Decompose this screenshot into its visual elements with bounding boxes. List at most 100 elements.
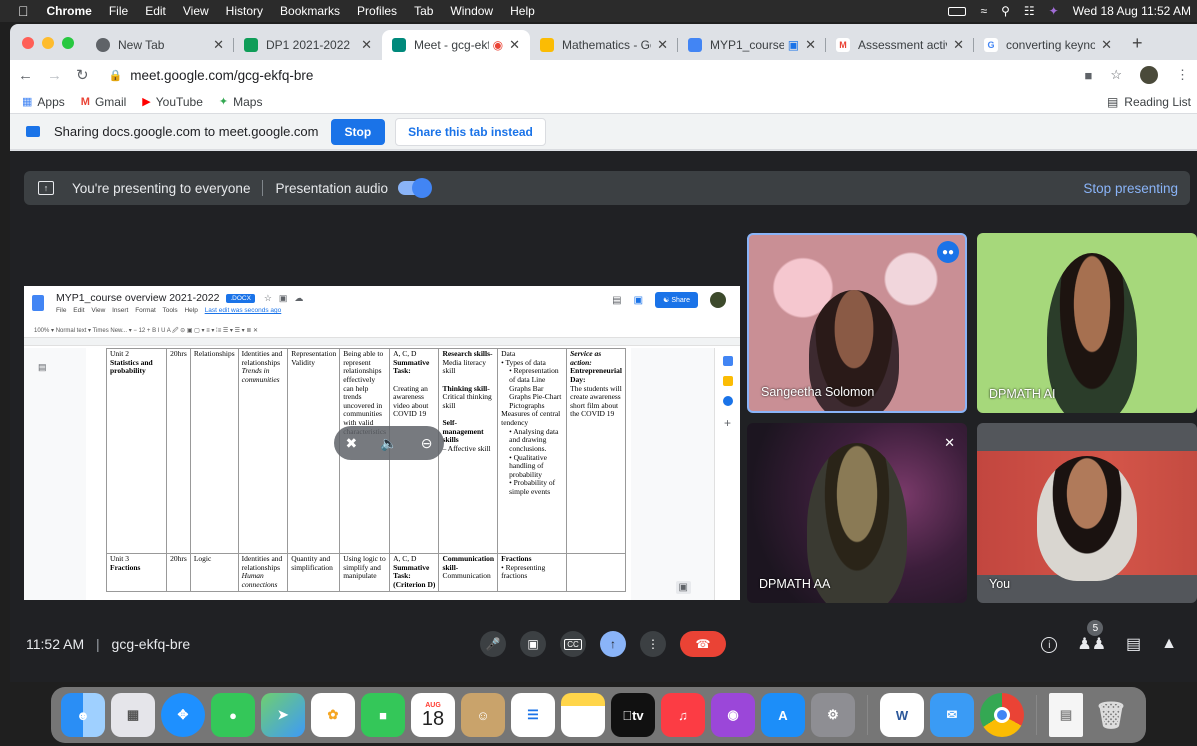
browser-menu-icon[interactable]: ⋮ [1176,67,1189,83]
table-cell[interactable]: Data • Types of data • Representation of… [497,348,568,554]
doc-menu-tools[interactable]: Tools [162,307,177,314]
close-tab-icon[interactable]: ✕ [1101,37,1112,53]
music-icon[interactable]: ♫ [661,693,705,737]
wifi-icon[interactable]: ≈ [980,4,987,18]
system-preferences-icon[interactable]: ⚙ [811,693,855,737]
microphone-button[interactable]: 🎤 [480,631,506,657]
menu-tab[interactable]: Tab [414,4,433,18]
facetime-icon[interactable]: ■ [361,693,405,737]
participant-tile-dpmath-ai[interactable]: DPMATH AI [977,233,1197,413]
tab-mathematics[interactable]: Mathematics - Goo ✕ [530,30,678,60]
doc-ruler[interactable] [24,338,740,346]
table-cell[interactable]: Logic [189,553,239,592]
trash-icon[interactable]: 🗑 [1089,693,1133,737]
menu-history[interactable]: History [226,4,263,18]
back-arrow-icon[interactable]: ← [18,67,33,84]
close-tab-icon[interactable]: ✕ [657,37,668,53]
doc-toolbar-controls[interactable]: 100% ▾ Normal text ▾ Times New... ▾ − 12… [34,326,258,336]
siri-icon[interactable]: ✦ [1049,4,1059,18]
new-tab-button[interactable]: + [1122,33,1153,60]
notes-icon[interactable] [561,693,605,737]
tab-assessment[interactable]: M Assessment activit ✕ [826,30,974,60]
mail-icon[interactable]: ✉ [930,693,974,737]
menu-view[interactable]: View [183,4,209,18]
doc-user-avatar[interactable] [710,292,726,308]
doc-menu-format[interactable]: Format [135,307,156,314]
bookmark-youtube[interactable]: ▶ YouTube [142,95,203,109]
menu-bookmarks[interactable]: Bookmarks [280,4,340,18]
chrome-icon[interactable] [980,693,1024,737]
doc-menu-file[interactable]: File [56,307,66,314]
present-meeting-icon[interactable]: ▣ [634,295,643,306]
last-edit-link[interactable]: Last edit was seconds ago [205,307,282,314]
control-center-icon[interactable]: ☷ [1024,4,1035,18]
table-cell[interactable]: A, C, D Summative Task: (Criterion D) [389,553,440,592]
close-tab-icon[interactable]: ✕ [213,37,224,53]
contacts-icon[interactable]: ☺ [461,693,505,737]
profile-avatar[interactable] [1140,66,1158,84]
stop-presenting-button[interactable]: Stop presenting [1083,181,1178,196]
doc-menu-view[interactable]: View [91,307,105,314]
doc-menu-insert[interactable]: Insert [112,307,128,314]
bookmark-star-icon[interactable]: ☆ [1110,67,1122,83]
tab-dp1[interactable]: DP1 2021-2022 ✕ [234,30,382,60]
apple-tv-icon[interactable]: tv [611,693,655,737]
calendar-addon-icon[interactable] [722,356,733,366]
menu-window[interactable]: Window [450,4,493,18]
outline-icon[interactable]: ▤ [38,362,47,373]
tab-new-tab[interactable]: New Tab ✕ [86,30,234,60]
calendar-icon[interactable]: AUG 18 [411,693,455,737]
bookmark-maps[interactable]: ✦ Maps [219,95,263,109]
photos-icon[interactable]: ✿ [311,693,355,737]
finder-icon[interactable]: ☻ [61,693,105,737]
meeting-details-button[interactable]: i [1041,635,1058,654]
menu-profiles[interactable]: Profiles [357,4,397,18]
forward-arrow-icon[interactable]: → [47,67,62,84]
people-button[interactable]: 5 ♟♟ [1077,620,1106,654]
launchpad-icon[interactable]: ▦ [111,693,155,737]
participant-tile-you[interactable]: You [977,423,1197,603]
safari-icon[interactable]: ✥ [161,693,205,737]
table-cell[interactable]: Identities and relationships Trends in co… [237,348,289,554]
share-this-tab-button[interactable]: Share this tab instead [395,117,546,146]
camera-in-use-icon[interactable]: ■ [1084,68,1092,83]
doc-title[interactable]: MYP1_course overview 2021-2022 [56,292,219,304]
move-folder-icon[interactable]: ▣ [279,293,288,303]
close-window-button[interactable] [22,37,34,49]
table-cell[interactable]: Identities and relationships Human connec… [237,553,289,592]
leave-call-button[interactable]: ☎ [680,631,726,657]
tab-myp1-course[interactable]: MYP1_course c ▣ ✕ [678,30,826,60]
activities-button[interactable]: ▲ [1161,635,1177,653]
menu-file[interactable]: File [109,4,128,18]
doc-formatting-toolbar[interactable]: 100% ▾ Normal text ▾ Times New... ▾ − 12… [24,324,740,338]
reload-icon[interactable]: ↻ [76,66,89,84]
zoom-window-button[interactable] [62,37,74,49]
table-cell[interactable]: Representation Validity [287,348,341,554]
messages-icon[interactable]: ● [211,693,255,737]
chat-button[interactable]: ▤ [1126,634,1141,654]
maps-app-icon[interactable]: ➤ [261,693,305,737]
reminders-icon[interactable]: ☰ [511,693,555,737]
close-tab-icon[interactable]: ✕ [509,37,520,53]
participant-tile-dpmath-aa[interactable]: ✕ DPMATH AA [747,423,967,603]
menu-clock[interactable]: Wed 18 Aug 11:52 AM [1073,4,1191,18]
apple-menu-icon[interactable]:  [18,3,29,19]
podcasts-icon[interactable]: ◉ [711,693,755,737]
table-cell[interactable] [566,553,626,592]
table-cell[interactable]: Research skills- Media literacy skill Thin… [438,348,499,554]
table-cell[interactable]: Communication skill- Communication [438,553,499,592]
tasks-addon-icon[interactable] [722,396,733,406]
presentation-audio-toggle[interactable] [398,178,433,198]
doc-page[interactable]: Unit 2 Statistics and probability 20hrs R… [86,348,691,600]
reading-list-button[interactable]: ▤ Reading List [1107,95,1191,109]
volume-icon[interactable]: 🔈 [380,435,397,452]
menu-help[interactable]: Help [510,4,535,18]
table-cell[interactable]: Quantity and simplification [287,553,341,592]
add-addon-icon[interactable]: + [715,416,740,430]
address-url[interactable]: meet.google.com/gcg-ekfq-bre [130,68,313,83]
minimize-window-button[interactable] [42,37,54,49]
keep-addon-icon[interactable] [722,376,733,386]
table-cell[interactable]: Unit 3 Fractions [105,553,168,592]
cloud-status-icon[interactable]: ☁ [294,293,303,303]
participant-tile-sangeetha[interactable]: ●● Sangeetha Solomon [747,233,967,413]
